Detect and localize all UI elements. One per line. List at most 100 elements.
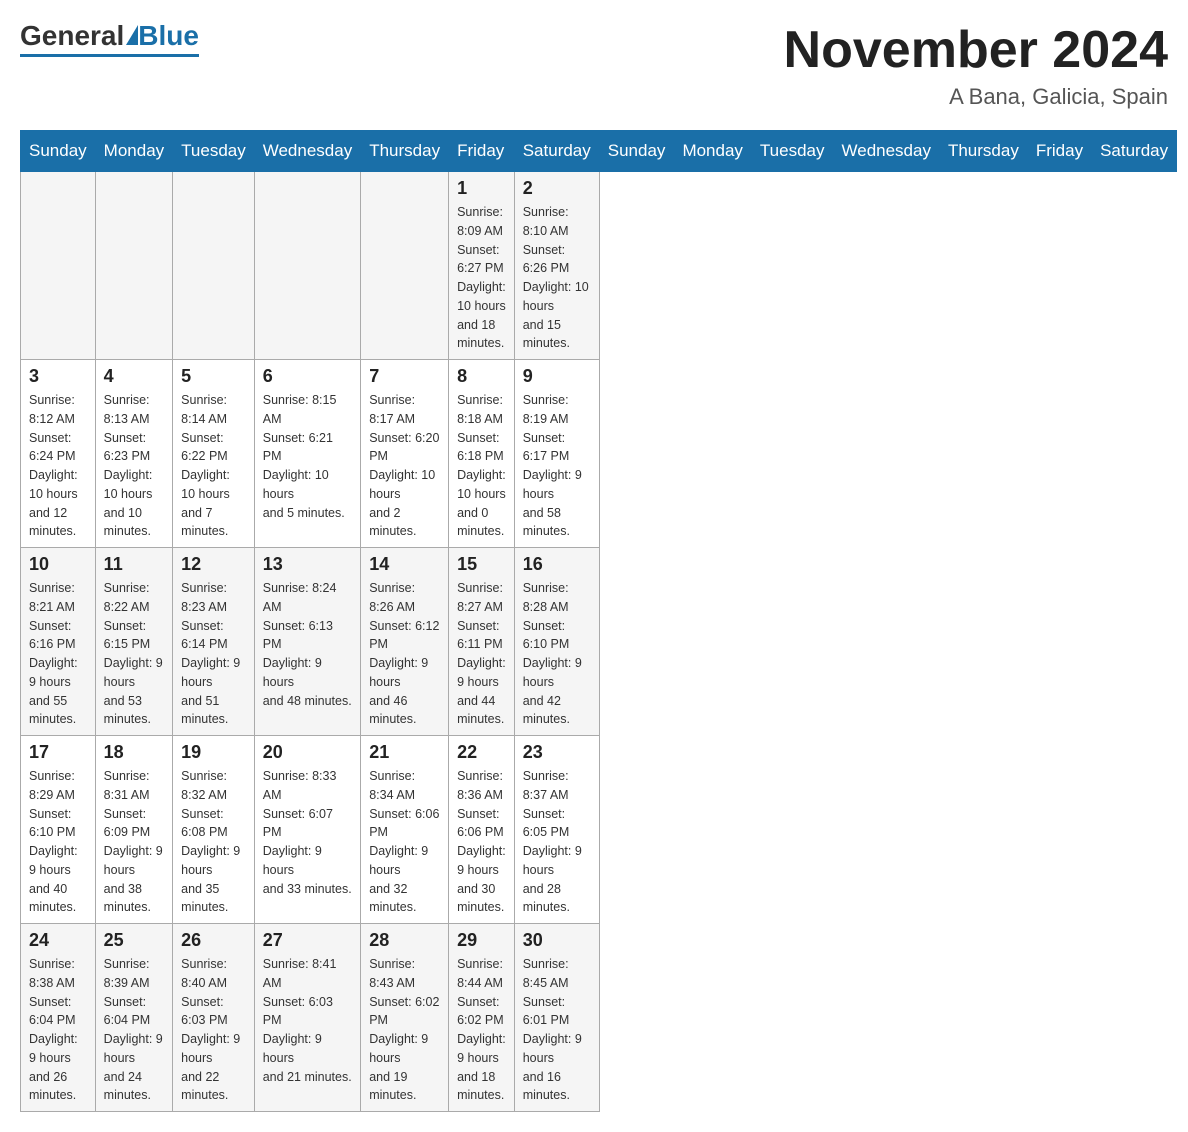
calendar-cell: 19Sunrise: 8:32 AM Sunset: 6:08 PM Dayli… bbox=[173, 736, 255, 924]
day-header-sunday: Sunday bbox=[599, 131, 674, 172]
day-info: Sunrise: 8:44 AM Sunset: 6:02 PM Dayligh… bbox=[457, 955, 506, 1105]
calendar-cell: 1Sunrise: 8:09 AM Sunset: 6:27 PM Daylig… bbox=[449, 172, 515, 360]
day-info: Sunrise: 8:10 AM Sunset: 6:26 PM Dayligh… bbox=[523, 203, 591, 353]
day-info: Sunrise: 8:33 AM Sunset: 6:07 PM Dayligh… bbox=[263, 767, 352, 898]
day-info: Sunrise: 8:45 AM Sunset: 6:01 PM Dayligh… bbox=[523, 955, 591, 1105]
day-info: Sunrise: 8:27 AM Sunset: 6:11 PM Dayligh… bbox=[457, 579, 506, 729]
day-info: Sunrise: 8:24 AM Sunset: 6:13 PM Dayligh… bbox=[263, 579, 352, 710]
day-header-saturday: Saturday bbox=[1092, 131, 1177, 172]
calendar-cell bbox=[254, 172, 360, 360]
day-number: 6 bbox=[263, 366, 352, 387]
day-number: 24 bbox=[29, 930, 87, 951]
day-header-monday: Monday bbox=[95, 131, 172, 172]
calendar-cell bbox=[95, 172, 172, 360]
calendar-cell: 8Sunrise: 8:18 AM Sunset: 6:18 PM Daylig… bbox=[449, 360, 515, 548]
day-info: Sunrise: 8:26 AM Sunset: 6:12 PM Dayligh… bbox=[369, 579, 440, 729]
month-title: November 2024 bbox=[784, 20, 1168, 80]
calendar-cell: 5Sunrise: 8:14 AM Sunset: 6:22 PM Daylig… bbox=[173, 360, 255, 548]
day-info: Sunrise: 8:36 AM Sunset: 6:06 PM Dayligh… bbox=[457, 767, 506, 917]
day-info: Sunrise: 8:29 AM Sunset: 6:10 PM Dayligh… bbox=[29, 767, 87, 917]
day-info: Sunrise: 8:37 AM Sunset: 6:05 PM Dayligh… bbox=[523, 767, 591, 917]
day-header-saturday: Saturday bbox=[514, 131, 599, 172]
calendar-cell: 23Sunrise: 8:37 AM Sunset: 6:05 PM Dayli… bbox=[514, 736, 599, 924]
day-info: Sunrise: 8:43 AM Sunset: 6:02 PM Dayligh… bbox=[369, 955, 440, 1105]
logo-triangle-icon bbox=[126, 25, 138, 45]
day-number: 20 bbox=[263, 742, 352, 763]
logo-blue: Blue bbox=[138, 20, 199, 52]
day-info: Sunrise: 8:38 AM Sunset: 6:04 PM Dayligh… bbox=[29, 955, 87, 1105]
calendar-cell: 14 Sunrise: 8:26 AM Sunset: 6:12 PM Dayli… bbox=[361, 548, 449, 736]
calendar-cell: 21Sunrise: 8:34 AM Sunset: 6:06 PM Dayli… bbox=[361, 736, 449, 924]
day-number: 15 bbox=[457, 554, 506, 575]
day-info: Sunrise: 8:17 AM Sunset: 6:20 PM Dayligh… bbox=[369, 391, 440, 541]
day-header-friday: Friday bbox=[1027, 131, 1091, 172]
day-number: 18 bbox=[104, 742, 164, 763]
calendar-cell: 16 Sunrise: 8:28 AM Sunset: 6:10 PM Dayli… bbox=[514, 548, 599, 736]
title-area: November 2024 A Bana, Galicia, Spain bbox=[784, 20, 1168, 110]
calendar-cell: 28 Sunrise: 8:43 AM Sunset: 6:02 PM Dayli… bbox=[361, 924, 449, 1112]
calendar-cell: 17 Sunrise: 8:29 AM Sunset: 6:10 PM Dayli… bbox=[21, 736, 96, 924]
day-header-monday: Monday bbox=[674, 131, 751, 172]
day-info: Sunrise: 8:39 AM Sunset: 6:04 PM Dayligh… bbox=[104, 955, 164, 1105]
day-header-wednesday: Wednesday bbox=[833, 131, 939, 172]
calendar-week-3: 10 Sunrise: 8:21 AM Sunset: 6:16 PM Dayli… bbox=[21, 548, 1177, 736]
day-header-tuesday: Tuesday bbox=[751, 131, 833, 172]
day-header-thursday: Thursday bbox=[939, 131, 1027, 172]
calendar-cell: 11Sunrise: 8:22 AM Sunset: 6:15 PM Dayli… bbox=[95, 548, 172, 736]
day-number: 10 bbox=[29, 554, 87, 575]
day-number: 12 bbox=[181, 554, 246, 575]
calendar-week-4: 17 Sunrise: 8:29 AM Sunset: 6:10 PM Dayli… bbox=[21, 736, 1177, 924]
day-header-thursday: Thursday bbox=[361, 131, 449, 172]
day-info: Sunrise: 8:28 AM Sunset: 6:10 PM Dayligh… bbox=[523, 579, 591, 729]
day-info: Sunrise: 8:32 AM Sunset: 6:08 PM Dayligh… bbox=[181, 767, 246, 917]
day-header-sunday: Sunday bbox=[21, 131, 96, 172]
calendar-cell: 15 Sunrise: 8:27 AM Sunset: 6:11 PM Dayli… bbox=[449, 548, 515, 736]
day-number: 11 bbox=[104, 554, 164, 575]
day-number: 3 bbox=[29, 366, 87, 387]
day-number: 7 bbox=[369, 366, 440, 387]
calendar-cell: 22 Sunrise: 8:36 AM Sunset: 6:06 PM Dayli… bbox=[449, 736, 515, 924]
calendar-week-1: 1Sunrise: 8:09 AM Sunset: 6:27 PM Daylig… bbox=[21, 172, 1177, 360]
day-number: 26 bbox=[181, 930, 246, 951]
day-info: Sunrise: 8:34 AM Sunset: 6:06 PM Dayligh… bbox=[369, 767, 440, 917]
calendar-cell: 30 Sunrise: 8:45 AM Sunset: 6:01 PM Dayli… bbox=[514, 924, 599, 1112]
day-header-friday: Friday bbox=[449, 131, 515, 172]
day-info: Sunrise: 8:41 AM Sunset: 6:03 PM Dayligh… bbox=[263, 955, 352, 1086]
calendar-cell: 13 Sunrise: 8:24 AM Sunset: 6:13 PM Dayli… bbox=[254, 548, 360, 736]
calendar-cell: 25Sunrise: 8:39 AM Sunset: 6:04 PM Dayli… bbox=[95, 924, 172, 1112]
day-number: 1 bbox=[457, 178, 506, 199]
logo: General Blue bbox=[20, 20, 199, 57]
page-header: General Blue November 2024 A Bana, Galic… bbox=[20, 20, 1168, 110]
day-info: Sunrise: 8:15 AM Sunset: 6:21 PM Dayligh… bbox=[263, 391, 352, 522]
day-number: 8 bbox=[457, 366, 506, 387]
calendar-cell: 20 Sunrise: 8:33 AM Sunset: 6:07 PM Dayli… bbox=[254, 736, 360, 924]
day-header-tuesday: Tuesday bbox=[173, 131, 255, 172]
logo-general: General bbox=[20, 20, 124, 52]
day-number: 16 bbox=[523, 554, 591, 575]
day-info: Sunrise: 8:40 AM Sunset: 6:03 PM Dayligh… bbox=[181, 955, 246, 1105]
calendar-week-5: 24 Sunrise: 8:38 AM Sunset: 6:04 PM Dayli… bbox=[21, 924, 1177, 1112]
day-info: Sunrise: 8:13 AM Sunset: 6:23 PM Dayligh… bbox=[104, 391, 164, 541]
calendar-cell: 24 Sunrise: 8:38 AM Sunset: 6:04 PM Dayli… bbox=[21, 924, 96, 1112]
day-number: 14 bbox=[369, 554, 440, 575]
day-number: 17 bbox=[29, 742, 87, 763]
day-number: 2 bbox=[523, 178, 591, 199]
day-number: 13 bbox=[263, 554, 352, 575]
day-number: 22 bbox=[457, 742, 506, 763]
calendar-cell: 18 Sunrise: 8:31 AM Sunset: 6:09 PM Dayli… bbox=[95, 736, 172, 924]
calendar-cell: 7 Sunrise: 8:17 AM Sunset: 6:20 PM Daylig… bbox=[361, 360, 449, 548]
calendar-cell: 6 Sunrise: 8:15 AM Sunset: 6:21 PM Daylig… bbox=[254, 360, 360, 548]
day-number: 29 bbox=[457, 930, 506, 951]
day-info: Sunrise: 8:31 AM Sunset: 6:09 PM Dayligh… bbox=[104, 767, 164, 917]
day-number: 30 bbox=[523, 930, 591, 951]
day-number: 28 bbox=[369, 930, 440, 951]
day-info: Sunrise: 8:14 AM Sunset: 6:22 PM Dayligh… bbox=[181, 391, 246, 541]
day-info: Sunrise: 8:21 AM Sunset: 6:16 PM Dayligh… bbox=[29, 579, 87, 729]
calendar-cell: 10 Sunrise: 8:21 AM Sunset: 6:16 PM Dayli… bbox=[21, 548, 96, 736]
calendar-cell: 27Sunrise: 8:41 AM Sunset: 6:03 PM Dayli… bbox=[254, 924, 360, 1112]
calendar-cell: 29 Sunrise: 8:44 AM Sunset: 6:02 PM Dayli… bbox=[449, 924, 515, 1112]
day-info: Sunrise: 8:23 AM Sunset: 6:14 PM Dayligh… bbox=[181, 579, 246, 729]
location-title: A Bana, Galicia, Spain bbox=[784, 84, 1168, 110]
calendar-cell bbox=[361, 172, 449, 360]
calendar-cell bbox=[173, 172, 255, 360]
